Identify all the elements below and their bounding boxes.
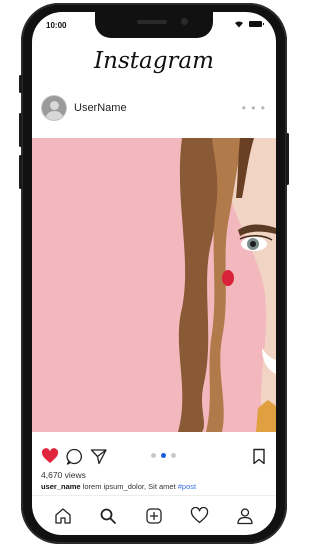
avatar[interactable] — [41, 95, 67, 121]
carousel-dot-active — [161, 453, 166, 458]
post-caption: user_name lorem ipsum_dolor, Sit amet #p… — [41, 482, 196, 491]
post-image[interactable] — [32, 138, 276, 432]
search-icon[interactable] — [97, 505, 119, 527]
activity-icon[interactable] — [189, 505, 211, 527]
status-icons — [234, 20, 264, 28]
battery-icon — [249, 21, 264, 27]
more-options-button[interactable]: • • • — [242, 101, 266, 115]
mute-switch — [19, 75, 22, 93]
speaker — [137, 20, 167, 24]
caption-text: lorem ipsum_dolor, Sit amet — [82, 482, 176, 491]
volume-up-button — [19, 113, 22, 147]
carousel-dot — [171, 453, 176, 458]
heart-icon[interactable] — [41, 447, 59, 465]
camera — [181, 18, 188, 25]
carousel-indicator — [151, 453, 176, 458]
home-icon[interactable] — [52, 505, 74, 527]
app-title: Instagram — [94, 48, 214, 74]
carousel-dot — [151, 453, 156, 458]
caption-username[interactable]: user_name — [41, 482, 81, 491]
comment-icon[interactable] — [65, 447, 83, 465]
post-photo — [178, 138, 276, 432]
notch — [95, 12, 213, 38]
bookmark-icon[interactable] — [251, 447, 267, 465]
status-time: 10:00 — [46, 21, 67, 30]
power-button — [286, 133, 289, 185]
volume-down-button — [19, 155, 22, 189]
caption-hashtag[interactable]: #post — [178, 482, 196, 491]
bottom-nav — [32, 495, 276, 535]
add-icon[interactable] — [143, 505, 165, 527]
post-actions — [41, 447, 267, 465]
phone-frame: 10:00 Instagram UserName • • • 4,670 vie… — [19, 3, 289, 544]
post-username[interactable]: UserName — [74, 102, 127, 114]
share-icon[interactable] — [89, 447, 107, 465]
view-count: 4,670 views — [41, 470, 86, 480]
screen: 10:00 Instagram UserName • • • 4,670 vie… — [32, 12, 276, 535]
post-header: UserName • • • — [41, 94, 266, 122]
profile-icon[interactable] — [234, 505, 256, 527]
wifi-icon — [235, 21, 243, 28]
